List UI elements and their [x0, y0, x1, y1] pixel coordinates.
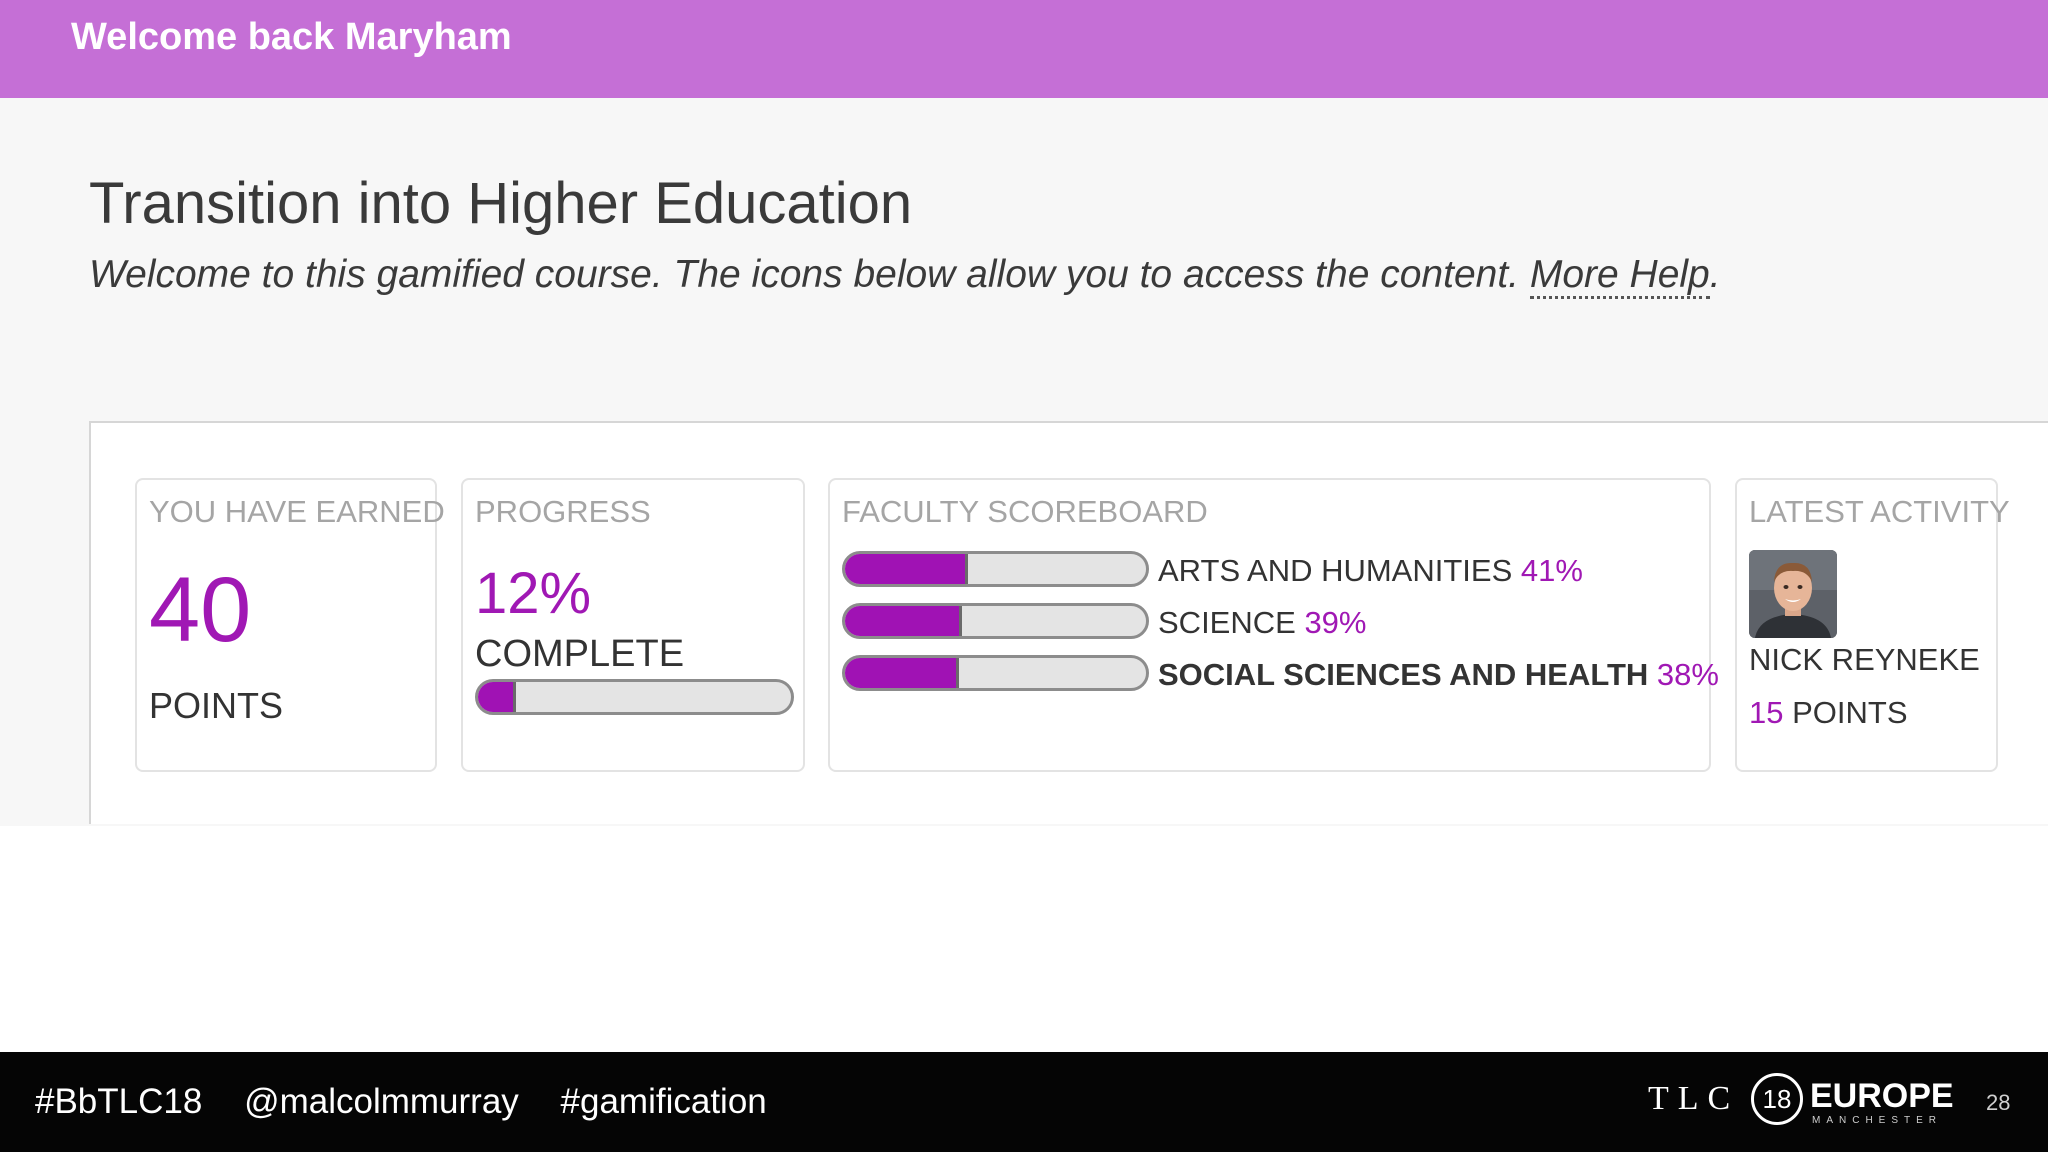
scoreboard-label: ARTS AND HUMANITIES 41%: [1158, 553, 1583, 589]
scoreboard-bar: [842, 603, 1149, 639]
points-card: YOU HAVE EARNED 40 POINTS: [135, 478, 445, 772]
course-content: Transition into Higher Education Welcome…: [0, 98, 2048, 826]
faculty-score: 41%: [1520, 553, 1583, 588]
footer-hashtags: #BbTLC18 @malcolmmurray #gamification: [35, 1082, 799, 1122]
faculty-score: 39%: [1304, 605, 1367, 640]
activity-points-number: 15: [1749, 695, 1784, 730]
subtitle-text: Welcome to this gamified course. The ico…: [89, 253, 1519, 296]
scoreboard-label: SOCIAL SCIENCES AND HEALTH 38%: [1158, 657, 1719, 693]
progress-bar-fill: [478, 682, 516, 712]
latest-activity-card: LATEST ACTIVITY NICK REYNEKE 15 POINTS: [1735, 478, 2010, 772]
twitter-handle: @malcolmmurray: [244, 1082, 519, 1121]
gamification-panel: YOU HAVE EARNED 40 POINTS PROGRESS 12% C…: [89, 421, 2048, 824]
subtitle-suffix: .: [1709, 253, 1721, 296]
progress-card: PROGRESS 12% COMPLETE: [461, 478, 805, 772]
course-title: Transition into Higher Education: [89, 171, 913, 236]
scoreboard-bar: [842, 551, 1149, 587]
logo-word: EUROPE: [1810, 1077, 1954, 1115]
more-help-link[interactable]: More Help: [1529, 253, 1710, 299]
activity-user-name: NICK REYNEKE: [1749, 642, 1980, 677]
progress-complete-label: COMPLETE: [475, 633, 685, 675]
top-banner: Welcome back Maryham: [0, 0, 2048, 98]
points-value: 40: [149, 559, 252, 661]
hashtag-gamification: #gamification: [560, 1082, 767, 1121]
scoreboard-bar-fill: [845, 606, 963, 636]
scoreboard-title: FACULTY SCOREBOARD: [842, 494, 1208, 529]
scoreboard-label: SCIENCE 39%: [1158, 605, 1366, 641]
points-label: POINTS: [149, 685, 284, 726]
faculty-name: SCIENCE: [1158, 605, 1296, 640]
welcome-greeting: Welcome back Maryham: [71, 16, 512, 58]
activity-points-label: POINTS: [1792, 695, 1908, 730]
progress-bar: [475, 679, 794, 715]
user-avatar-icon[interactable]: [1749, 550, 1837, 638]
hashtag-bbtlc18: #BbTLC18: [35, 1082, 203, 1121]
scoreboard-bar: [842, 655, 1149, 691]
avatar-photo: [1749, 550, 1837, 638]
scoreboard-bar-fill: [845, 658, 960, 688]
progress-percent: 12%: [475, 561, 592, 626]
activity-title: LATEST ACTIVITY: [1749, 494, 2010, 529]
logo-city: MANCHESTER: [1812, 1115, 1943, 1126]
activity-user-points: 15 POINTS: [1749, 695, 1908, 731]
progress-card-title: PROGRESS: [475, 494, 651, 529]
slide-footer: #BbTLC18 @malcolmmurray #gamification TL…: [0, 1052, 2048, 1152]
faculty-score: 38%: [1656, 657, 1719, 692]
logo-letters: TLC: [1648, 1080, 1740, 1117]
faculty-name: SOCIAL SCIENCES AND HEALTH: [1158, 657, 1649, 692]
faculty-name: ARTS AND HUMANITIES: [1158, 553, 1513, 588]
logo-number-ring: 18: [1751, 1073, 1803, 1125]
course-subtitle: Welcome to this gamified course. The ico…: [89, 253, 1721, 299]
points-card-title: YOU HAVE EARNED: [149, 494, 445, 529]
scoreboard-bar-fill: [845, 554, 969, 584]
slide-number: 28: [1986, 1090, 2011, 1115]
faculty-scoreboard-card: FACULTY SCOREBOARD ARTS AND HUMANITIES 4…: [828, 478, 1719, 772]
